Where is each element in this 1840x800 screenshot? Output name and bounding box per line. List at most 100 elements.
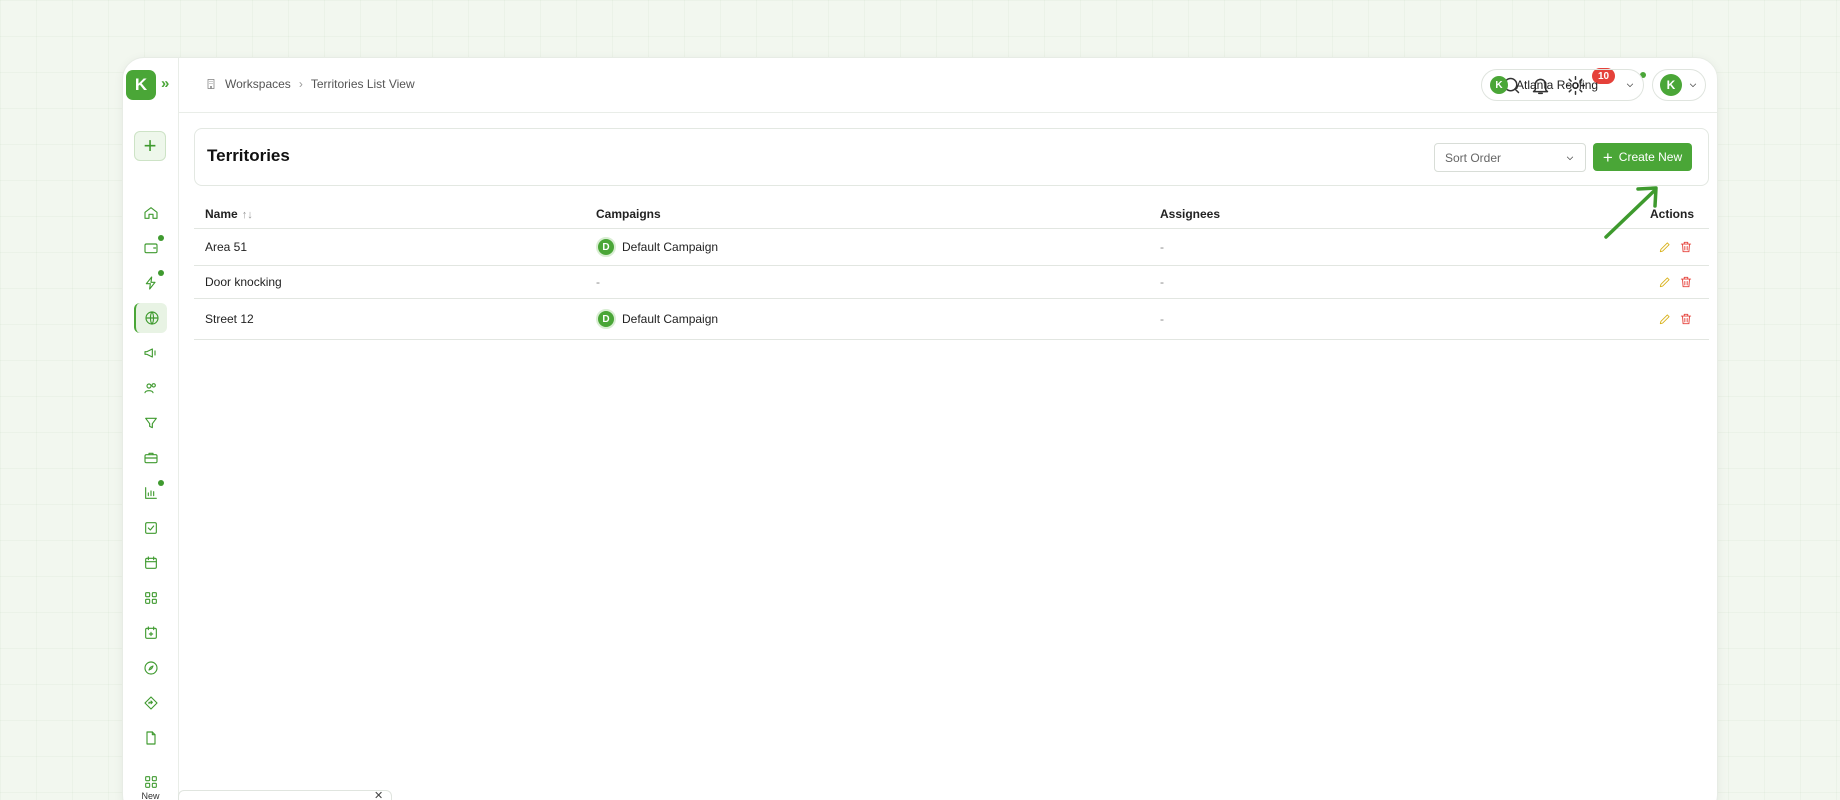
home-icon — [143, 207, 158, 219]
compass-icon — [143, 661, 158, 675]
notification-dot — [158, 235, 164, 241]
breadcrumb: Workspaces › Territories List View — [205, 77, 415, 91]
campaign-avatar: D — [596, 237, 616, 257]
sidebar-item-explore[interactable] — [134, 653, 167, 683]
campaign-avatar: D — [596, 309, 616, 329]
sidebar-item-schedule[interactable] — [134, 618, 167, 648]
quick-add-button[interactable]: + — [134, 131, 166, 161]
campaign-cell: D Default Campaign — [596, 229, 718, 265]
sidebar-item-routes[interactable] — [134, 688, 167, 718]
campaign-name: Default Campaign — [622, 240, 719, 254]
sidebar-item-automations[interactable] — [134, 268, 167, 298]
sidebar-item-campaigns[interactable] — [134, 338, 167, 368]
notification-dot — [158, 270, 164, 276]
table-row[interactable]: Street 12 D Default Campaign - — [194, 299, 1709, 340]
calendar-icon — [144, 556, 157, 569]
users-icon — [143, 383, 156, 394]
sidebar-item-pipeline[interactable] — [134, 408, 167, 438]
delete-button[interactable] — [1679, 299, 1693, 339]
sort-order-select[interactable]: Sort Order — [1434, 143, 1586, 172]
column-header-name[interactable]: Name ↑↓ — [205, 207, 253, 221]
sort-icon[interactable]: ↑↓ — [242, 209, 253, 221]
grid-plus-icon — [144, 776, 157, 788]
chevron-down-icon — [1626, 83, 1634, 88]
chevron-down-icon — [1566, 156, 1574, 160]
directions-icon — [143, 696, 158, 710]
territory-name[interactable]: Street 12 — [205, 299, 254, 339]
assignees-cell: - — [1160, 312, 1164, 326]
megaphone-icon — [143, 348, 156, 358]
sort-order-placeholder: Sort Order — [1445, 150, 1502, 165]
trash-icon — [1680, 241, 1692, 253]
sidebar-item-territories[interactable] — [134, 303, 167, 333]
sidebar-item-home[interactable] — [134, 198, 167, 228]
sidebar-item-documents[interactable] — [134, 723, 167, 753]
sidebar-item-users[interactable] — [134, 373, 167, 403]
user-menu[interactable]: K — [1652, 69, 1706, 101]
delete-button[interactable] — [1679, 229, 1693, 265]
sidebar-item-new[interactable]: New — [134, 774, 167, 800]
sidebar-item-reports[interactable] — [134, 478, 167, 508]
calendar-plus-icon — [144, 626, 157, 639]
sidebar-item-tasks[interactable] — [134, 513, 167, 543]
territories-table: Name ↑↓ Campaigns Assignees Actions Area … — [194, 197, 1709, 340]
create-new-label: Create New — [1618, 150, 1683, 164]
topbar: Workspaces › Territories List View 10 K … — [179, 58, 1717, 113]
campaign-name: Default Campaign — [622, 312, 719, 326]
company-logo: K — [1490, 76, 1508, 94]
sidebar-new-label: New — [141, 791, 160, 800]
edit-button[interactable] — [1658, 266, 1672, 298]
pencil-icon — [1659, 314, 1670, 325]
briefcase-icon — [143, 452, 158, 464]
table-row[interactable]: Area 51 D Default Campaign - — [194, 229, 1709, 266]
globe-icon — [144, 311, 159, 325]
plus-icon: + — [1602, 147, 1613, 167]
sidebar-item-apps[interactable] — [134, 583, 167, 613]
sidebar-item-wallet[interactable] — [134, 233, 167, 263]
pencil-icon — [1659, 277, 1670, 288]
bar-chart-icon — [144, 487, 157, 499]
company-switcher[interactable]: K Atlanta Roofing — [1481, 69, 1644, 101]
table-header: Name ↑↓ Campaigns Assignees Actions — [194, 197, 1709, 229]
pointer-arrow-icon — [1604, 186, 1658, 239]
trash-icon — [1680, 276, 1692, 288]
company-name: Atlanta Roofing — [1516, 78, 1599, 92]
trash-icon — [1680, 313, 1692, 325]
sidebar-item-jobs[interactable] — [134, 443, 167, 473]
campaign-cell: - — [596, 275, 600, 289]
edit-button[interactable] — [1658, 299, 1672, 339]
expand-sidebar-icon[interactable]: » — [161, 75, 169, 92]
close-icon[interactable]: ✕ — [374, 789, 383, 800]
wallet-icon — [143, 243, 158, 254]
territory-name[interactable]: Area 51 — [205, 229, 247, 265]
column-header-campaigns: Campaigns — [596, 207, 661, 221]
file-icon — [145, 731, 156, 745]
notification-dot — [158, 480, 164, 486]
filter-icon — [144, 417, 157, 429]
breadcrumb-current: Territories List View — [310, 77, 415, 91]
breadcrumb-workspaces[interactable]: Workspaces — [225, 77, 291, 91]
table-row[interactable]: Door knocking - - — [194, 266, 1709, 299]
app-logo[interactable]: K — [126, 70, 156, 100]
column-header-assignees: Assignees — [1160, 207, 1221, 221]
bottom-panel[interactable] — [178, 790, 392, 800]
avatar: K — [1660, 74, 1682, 96]
page-title: Territories — [207, 146, 290, 165]
breadcrumb-separator-icon: › — [298, 77, 303, 91]
column-name-label: Name — [205, 207, 238, 221]
territory-name[interactable]: Door knocking — [205, 266, 282, 298]
assignees-cell: - — [1160, 240, 1164, 254]
app-window: K » + New Workspaces › Territories List … — [122, 57, 1718, 800]
delete-button[interactable] — [1679, 266, 1693, 298]
grid-icon — [144, 592, 157, 604]
chevron-down-icon — [1689, 83, 1697, 88]
create-new-button[interactable]: + Create New — [1593, 143, 1692, 171]
assignees-cell: - — [1160, 275, 1164, 289]
pencil-icon — [1659, 242, 1670, 253]
sidebar-item-calendar[interactable] — [134, 548, 167, 578]
sidebar: K » + New — [123, 58, 179, 800]
checkbox-icon — [144, 522, 157, 534]
building-icon — [207, 79, 215, 89]
page-header-card: Territories Sort Order + Create New — [194, 128, 1709, 186]
lightning-icon — [145, 276, 156, 290]
